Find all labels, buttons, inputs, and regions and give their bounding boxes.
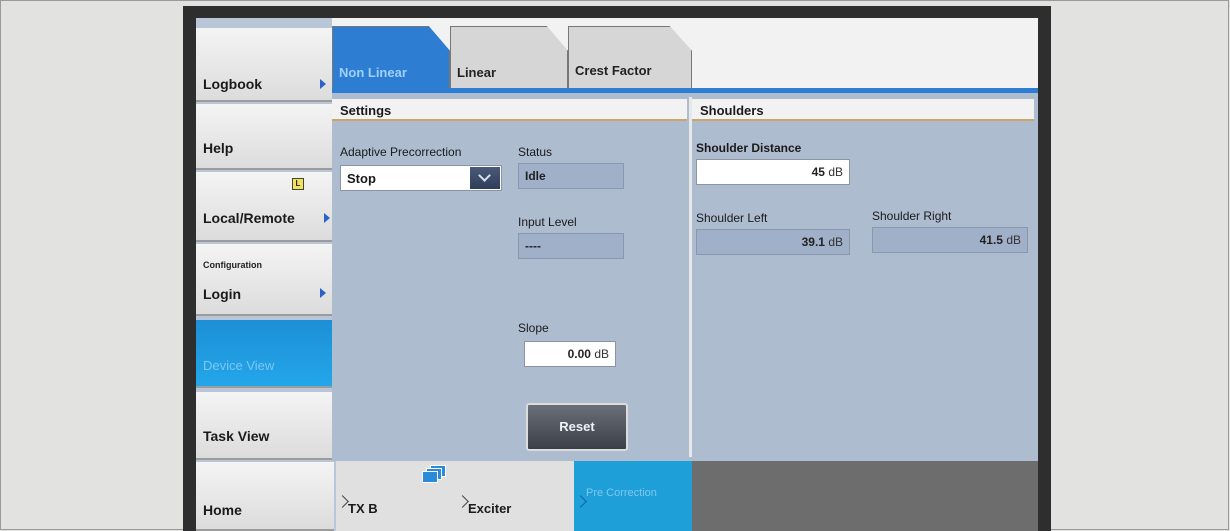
slope-value: 0.00 (567, 347, 591, 361)
shoulder-distance-label: Shoulder Distance (696, 141, 802, 155)
sidebar-item-label: Task View (203, 428, 270, 444)
sidebar-item-label: Device View (203, 358, 275, 373)
sidebar-item-label: Help (203, 140, 234, 156)
breadcrumb-label: TX B (348, 501, 378, 516)
tab-label: Crest Factor (575, 63, 652, 78)
tab-bar: Non Linear Linear Crest Factor (332, 18, 1038, 90)
tab-non-linear[interactable]: Non Linear (332, 26, 450, 88)
sidebar-item-label: Home (203, 502, 242, 518)
shoulder-distance-value: 45 (811, 165, 825, 179)
slope-label: Slope (518, 321, 549, 335)
breadcrumb-label: Exciter (468, 501, 512, 516)
shoulders-header: Shoulders (692, 99, 1034, 121)
reset-button[interactable]: Reset (526, 403, 628, 451)
chevron-right-icon (456, 495, 469, 508)
local-mode-badge: L (292, 178, 304, 190)
slope-unit: dB (594, 347, 609, 361)
chevron-down-icon[interactable] (470, 167, 500, 189)
chevron-right-icon (320, 79, 326, 89)
breadcrumb: TX B Exciter Pre Correction (336, 461, 1038, 531)
sidebar-item-device-view[interactable]: Device View (196, 320, 334, 388)
shoulder-right-value: 41.5 (979, 233, 1003, 247)
chevron-right-icon (320, 288, 326, 298)
shoulder-distance-input[interactable]: 45 dB (696, 159, 850, 185)
breadcrumb-exciter[interactable]: Exciter (456, 461, 574, 531)
adaptive-precorrection-label: Adaptive Precorrection (340, 145, 462, 159)
input-level-label: Input Level (518, 215, 577, 229)
chevron-right-icon (574, 495, 587, 508)
sidebar-item-login[interactable]: Configuration Login (196, 244, 334, 316)
status-label: Status (518, 145, 553, 159)
shoulder-left-unit: dB (828, 235, 843, 249)
chevron-right-icon (336, 495, 349, 508)
breadcrumb-tx-b[interactable]: TX B (336, 461, 456, 531)
sidebar-item-local-remote[interactable]: L Local/Remote (196, 172, 334, 242)
slope-input[interactable]: 0.00 dB (524, 341, 616, 367)
sidebar: Logbook Help L Local/Remote Configuratio… (196, 18, 336, 531)
adaptive-precorrection-value: Stop (347, 171, 376, 186)
status-value: Idle (525, 169, 546, 183)
input-level-field: ---- (518, 233, 624, 259)
tab-label: Non Linear (339, 65, 407, 80)
device-screen: Logbook Help L Local/Remote Configuratio… (196, 18, 1038, 531)
breadcrumb-label: Pre Correction (586, 487, 657, 499)
sidebar-item-help[interactable]: Help (196, 104, 334, 170)
sidebar-item-home[interactable]: Home (196, 462, 334, 531)
sidebar-item-label: Login (203, 286, 242, 302)
shoulder-left-field: 39.1 dB (696, 229, 850, 255)
breadcrumb-pre-correction[interactable]: Pre Correction (574, 461, 692, 531)
shoulder-right-field: 41.5 dB (872, 227, 1028, 253)
shoulder-right-unit: dB (1006, 233, 1021, 247)
non-linear-panel: Settings Adaptive Precorrection Stop Sta… (332, 93, 1038, 461)
input-level-value: ---- (525, 239, 541, 253)
sidebar-item-task-view[interactable]: Task View (196, 392, 334, 460)
device-stack-icon (422, 465, 446, 483)
status-field: Idle (518, 163, 624, 189)
sidebar-item-label: Logbook (203, 76, 263, 92)
shoulder-left-label: Shoulder Left (696, 211, 768, 225)
settings-header: Settings (332, 99, 687, 121)
tab-label: Linear (457, 65, 497, 80)
sidebar-item-label: Local/Remote (203, 210, 295, 226)
shoulder-distance-unit: dB (828, 165, 843, 179)
panel-divider (689, 97, 692, 457)
chevron-right-icon (324, 213, 330, 223)
configuration-label: Configuration (203, 260, 262, 270)
adaptive-precorrection-select[interactable]: Stop (340, 165, 502, 191)
tab-linear[interactable]: Linear (450, 26, 568, 88)
tab-crest-factor[interactable]: Crest Factor (568, 26, 692, 88)
shoulder-right-label: Shoulder Right (872, 209, 952, 223)
shoulder-left-value: 39.1 (801, 235, 825, 249)
sidebar-item-logbook[interactable]: Logbook (196, 28, 334, 102)
